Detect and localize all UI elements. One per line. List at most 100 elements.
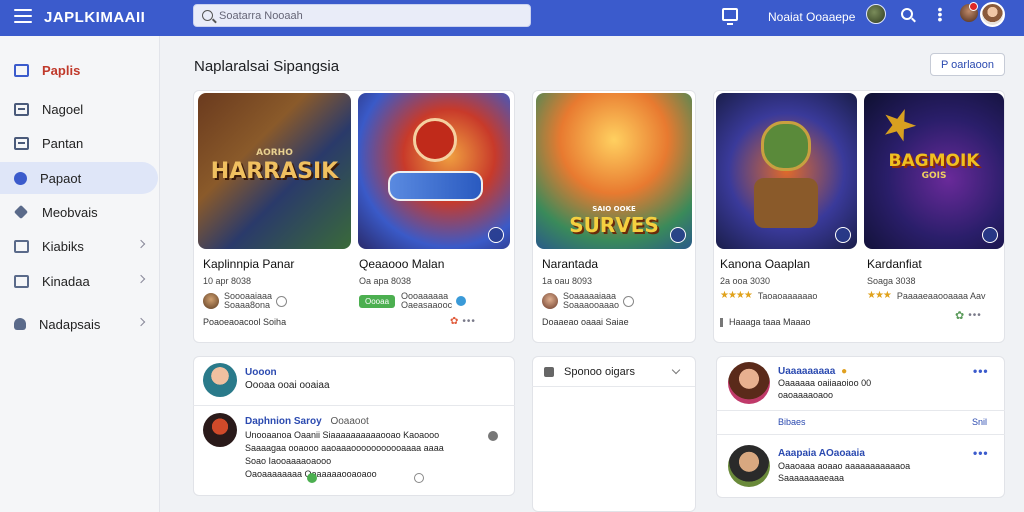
game-art-subtitle: GOIS [921,171,947,181]
game-art-title: HARRASIK [210,159,339,184]
search-input[interactable] [219,9,519,22]
more-horizontal-icon[interactable]: ••• [968,310,982,321]
game-art-1[interactable]: AORHO HARRASIK [198,93,351,249]
post-avatar[interactable] [203,413,237,447]
person-icon [14,318,26,330]
reaction-icon[interactable]: ✿ [955,309,964,322]
user-avatar[interactable] [866,4,886,24]
post-avatar[interactable] [203,363,237,397]
game-art-3[interactable]: SAIO OOKE SURVES [536,93,692,249]
genre-tag[interactable]: Oooaa [359,294,396,308]
sidebar-item-label: Nagoel [42,101,84,117]
post-avatar[interactable] [728,445,770,487]
chevron-right-icon [136,239,146,249]
game-name[interactable]: Narantada [542,257,598,271]
more-horizontal-icon[interactable]: ••• [462,316,476,327]
game-footer-icons: ✿ ••• [450,316,476,327]
user-icon [14,171,27,185]
game-footer: Haaaga taaa Maaao [720,317,811,327]
sidebar-item-label: Pantan [42,135,84,151]
more-horizontal-icon[interactable]: ••• [973,446,989,460]
post-author[interactable]: Uaaaaaaaaa ● [778,366,847,377]
chevron-right-icon [136,274,146,284]
play-badge-icon[interactable] [670,227,686,243]
game-rating-row: ★★★ Paaaaeaaooaaaa Aav [867,290,986,301]
post-author-name[interactable]: Uaaaaaaaaa [778,366,835,377]
info-icon[interactable] [623,295,635,307]
game-art-5[interactable]: BAGMOIK GOIS [864,93,1004,249]
post-link[interactable]: Snil [972,417,987,427]
game-art-4[interactable] [716,93,857,249]
app-title: JAPLKIMAAII [44,9,146,26]
play-badge-icon[interactable] [982,227,998,243]
menu-icon[interactable] [14,9,32,23]
game-art-subtitle: AORHO [256,148,293,158]
game-name[interactable]: Kardanfiat [867,257,922,271]
more-vertical-icon[interactable]: • • • [937,2,943,26]
game-name[interactable]: Kanona Oaaplan [720,257,810,271]
game-art-2[interactable] [358,93,510,249]
chart-icon [14,274,29,288]
profile-avatar[interactable] [980,2,1005,27]
sidebar-item-pantan[interactable]: Pantan [0,127,160,159]
sidebar-item-label: Nadapsais [39,316,101,332]
game-name[interactable]: Kaplinnpia Panar [203,257,294,271]
sidebar-item-nagoel[interactable]: Nagoel [0,93,160,125]
game-footer: Poaoeaoacool Soiha [203,317,287,327]
publisher-avatar [203,293,219,309]
post-author[interactable]: Uooon [245,367,277,378]
verified-icon: ● [841,366,848,377]
more-horizontal-icon[interactable]: ••• [973,364,989,378]
character-body [754,178,818,228]
post-author-name[interactable]: Daphnion Saroy [245,416,322,427]
search-bar[interactable] [193,4,531,27]
star-emblem-icon [877,103,921,147]
game-art-subtitle: SAIO OOKE [592,205,636,213]
monitor-icon[interactable] [722,8,738,25]
sidebar-item-label: Kiabiks [42,238,84,254]
filter-icon [544,366,554,377]
rating-text: Taoaoaaaaaao [757,290,818,301]
publisher-avatar [542,293,558,309]
game-date: Oa apa 8038 [359,276,412,286]
sidebar-item-meobvais[interactable]: Meobvais [0,196,160,228]
comment-icon[interactable] [414,473,424,483]
game-publisher-row: Oooaa Oooaaaaaa Oaeasaaooc [359,291,467,310]
post-text: Oaaoaaa aoaao aaaaaaaaaaaoa Saaaaaaaaeaa… [778,461,911,483]
reaction-icon[interactable]: ✿ [450,316,458,327]
sidebar-item-paplis[interactable]: Paplis [0,54,160,86]
options-icon[interactable] [488,431,498,441]
book-icon [14,63,29,77]
post-link[interactable]: Bibaes [778,417,806,427]
post-author-status: Ooaaoot [330,416,369,427]
bar-icon [720,317,723,327]
star-rating-icon: ★★★ [867,290,892,301]
sidebar-item-nadapsais[interactable]: Nadapsais [0,308,160,340]
sidebar-item-kinadaa[interactable]: Kinadaa [0,265,160,297]
topbar-search-icon[interactable] [901,8,913,20]
game-rating-row: ★★★★ Taoaoaaaaaao [720,290,817,301]
post-text: Unooaanoa Oaanii Siaaaaaaaaaaooao Kaoaoo… [245,430,444,479]
publisher-text: Oooaaaaaa Oaeasaaooc [401,291,453,310]
like-icon[interactable] [307,473,317,483]
character-blaster [388,171,483,201]
sidebar: Paplis Nagoel Pantan Papaot Meobvais Kia… [0,36,160,512]
info-icon[interactable] [276,295,288,307]
post-author[interactable]: Aaapaia AOaoaaia [778,448,865,459]
header-action-button[interactable]: P oarlaoon [930,53,1005,76]
play-badge-icon[interactable] [835,227,851,243]
filter-dropdown[interactable]: Sponoo oigars [532,357,695,387]
sidebar-item-label: Paplis [42,62,81,78]
post-avatar[interactable] [728,362,770,404]
post-author[interactable]: Daphnion Saroy Ooaaoot [245,416,369,427]
star-rating-icon: ★★★★ [720,290,753,301]
post-text: Oaaaaaa oaiiaaoioo 00 oaoaaaaoaoo [778,378,872,400]
character-head [761,121,811,171]
sidebar-item-kiabiks[interactable]: Kiabiks [0,230,160,262]
play-badge-icon[interactable] [488,227,504,243]
user-name[interactable]: Noaiat Ooaaepe [768,10,855,24]
game-name[interactable]: Qeaaooo Malan [359,257,444,271]
search-icon [202,10,213,21]
sidebar-item-papaot[interactable]: Papaot [0,162,158,194]
game-art-title: SURVES [569,213,659,237]
